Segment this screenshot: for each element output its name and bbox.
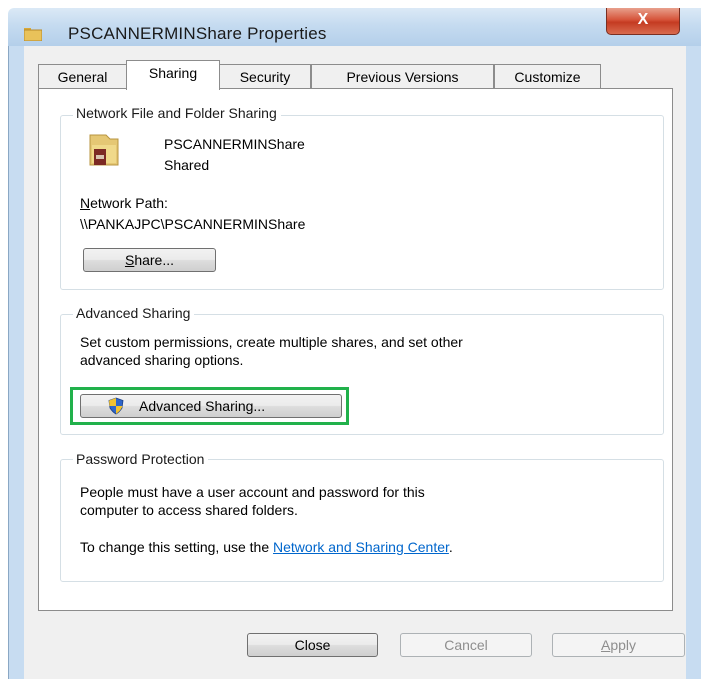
network-and-sharing-center-link[interactable]: Network and Sharing Center <box>273 539 449 555</box>
password-protection-group <box>60 459 664 582</box>
window-frame-right <box>686 46 701 679</box>
tab-customize[interactable]: Customize <box>494 64 601 88</box>
tab-sharing[interactable]: Sharing <box>126 60 220 90</box>
share-status: Shared <box>164 157 210 173</box>
accelerator-key: S <box>124 252 135 268</box>
title-bar[interactable]: PSCANNERMINShare Properties X <box>8 8 701 46</box>
close-icon: X <box>637 11 649 28</box>
accelerator-key: A <box>600 637 611 653</box>
share-name: PSCANNERMINShare <box>164 136 305 152</box>
highlight-box <box>70 387 349 425</box>
advanced-sharing-desc-line2: advanced sharing options. <box>80 352 244 368</box>
window-title: PSCANNERMINShare Properties <box>68 24 327 43</box>
password-protection-line1: People must have a user account and pass… <box>80 484 425 500</box>
network-path-value: \\PANKAJPC\PSCANNERMINShare <box>80 216 306 232</box>
tab-label: Security <box>239 69 291 85</box>
network-sharing-title: Network File and Folder Sharing <box>73 105 281 121</box>
advanced-sharing-desc-line1: Set custom permissions, create multiple … <box>80 334 463 350</box>
share-button[interactable]: Share... <box>83 248 216 272</box>
button-label: hare... <box>134 252 175 268</box>
button-label: pply <box>610 637 637 653</box>
tab-general[interactable]: General <box>38 64 127 88</box>
password-protection-line2: computer to access shared folders. <box>80 502 298 518</box>
advanced-sharing-title: Advanced Sharing <box>73 305 195 321</box>
change-setting-prefix: To change this setting, use the <box>80 539 274 555</box>
close-window-button[interactable]: X <box>606 8 680 35</box>
tab-label: Sharing <box>148 65 198 81</box>
tab-previous-versions[interactable]: Previous Versions <box>311 64 494 88</box>
network-path-label: Network Path: <box>80 195 168 211</box>
window-frame-left <box>8 46 25 679</box>
accelerator-key: N <box>80 195 91 211</box>
properties-window: PSCANNERMINShare Properties X General Sh… <box>0 0 701 679</box>
shared-folder-icon <box>89 134 119 166</box>
folder-icon <box>24 28 42 41</box>
change-setting-suffix: . <box>448 539 453 555</box>
cancel-button[interactable]: Cancel <box>400 633 532 657</box>
label-text: etwork Path: <box>90 195 168 211</box>
apply-button[interactable]: Apply <box>552 633 685 657</box>
change-setting-text: To change this setting, use the Network … <box>80 539 453 555</box>
tab-security[interactable]: Security <box>219 64 311 88</box>
tab-label: General <box>57 69 108 85</box>
close-button[interactable]: Close <box>247 633 378 657</box>
tab-label: Previous Versions <box>346 69 459 85</box>
tab-label: Customize <box>514 69 581 85</box>
password-protection-title: Password Protection <box>73 451 209 467</box>
